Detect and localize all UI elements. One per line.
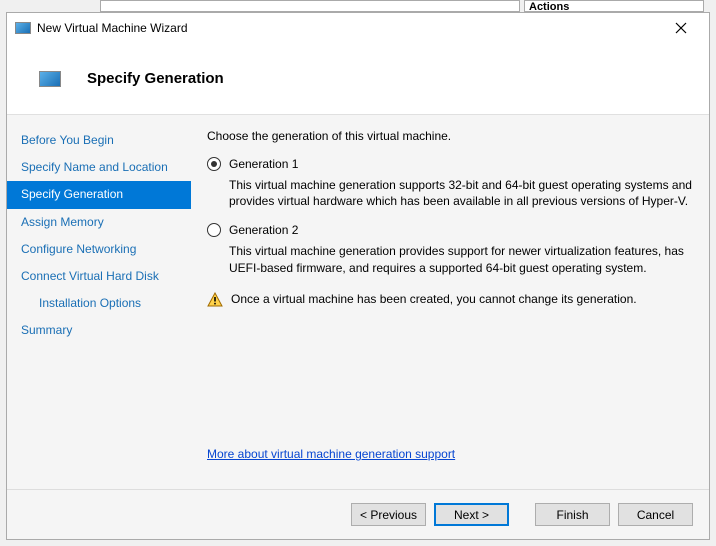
sidebar-item-summary[interactable]: Summary (7, 317, 191, 344)
sidebar-item-assign-memory[interactable]: Assign Memory (7, 209, 191, 236)
wizard-dialog: New Virtual Machine Wizard Specify Gener… (6, 12, 710, 540)
wizard-footer: < Previous Next > Finish Cancel (7, 489, 709, 539)
warning-row: Once a virtual machine has been created,… (207, 292, 693, 308)
sidebar-item-specify-generation[interactable]: Specify Generation (7, 181, 191, 208)
radio-label-gen1: Generation 1 (229, 157, 298, 171)
gen2-description: This virtual machine generation provides… (229, 243, 693, 275)
radio-input-gen2[interactable] (207, 223, 221, 237)
wizard-content: Choose the generation of this virtual ma… (191, 115, 709, 489)
next-button[interactable]: Next > (434, 503, 509, 526)
wizard-body: Before You Begin Specify Name and Locati… (7, 115, 709, 489)
sidebar-item-specify-name[interactable]: Specify Name and Location (7, 154, 191, 181)
titlebar: New Virtual Machine Wizard (7, 13, 709, 43)
intro-text: Choose the generation of this virtual ma… (207, 129, 693, 143)
radio-generation-1[interactable]: Generation 1 (207, 157, 693, 171)
radio-input-gen1[interactable] (207, 157, 221, 171)
page-title: Specify Generation (87, 70, 224, 87)
sidebar-item-before-you-begin[interactable]: Before You Begin (7, 127, 191, 154)
radio-label-gen2: Generation 2 (229, 223, 298, 237)
sidebar-item-connect-vhd[interactable]: Connect Virtual Hard Disk (7, 263, 191, 290)
warning-text: Once a virtual machine has been created,… (231, 292, 637, 306)
sidebar-item-installation-options[interactable]: Installation Options (7, 290, 191, 317)
sidebar-item-configure-networking[interactable]: Configure Networking (7, 236, 191, 263)
previous-button[interactable]: < Previous (351, 503, 426, 526)
wizard-header: Specify Generation (7, 43, 709, 115)
wizard-sidebar: Before You Begin Specify Name and Locati… (7, 115, 191, 489)
warning-icon (207, 292, 223, 308)
monitor-icon (15, 22, 31, 34)
close-button[interactable] (661, 15, 701, 41)
gen1-description: This virtual machine generation supports… (229, 177, 693, 209)
more-info-link[interactable]: More about virtual machine generation su… (207, 447, 455, 461)
window-title: New Virtual Machine Wizard (37, 21, 661, 35)
close-icon (675, 22, 687, 34)
bg-panel (100, 0, 520, 12)
cancel-button[interactable]: Cancel (618, 503, 693, 526)
finish-button[interactable]: Finish (535, 503, 610, 526)
monitor-icon (39, 71, 61, 87)
bg-actions-header: Actions (524, 0, 704, 12)
radio-generation-2[interactable]: Generation 2 (207, 223, 693, 237)
